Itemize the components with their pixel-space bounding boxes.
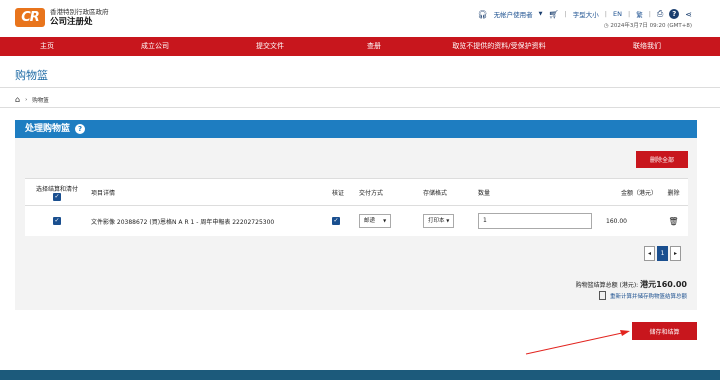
footer-bar <box>0 370 720 380</box>
arrow-line <box>525 332 623 355</box>
arrow-head <box>620 330 630 336</box>
annotation-arrow <box>525 330 630 355</box>
